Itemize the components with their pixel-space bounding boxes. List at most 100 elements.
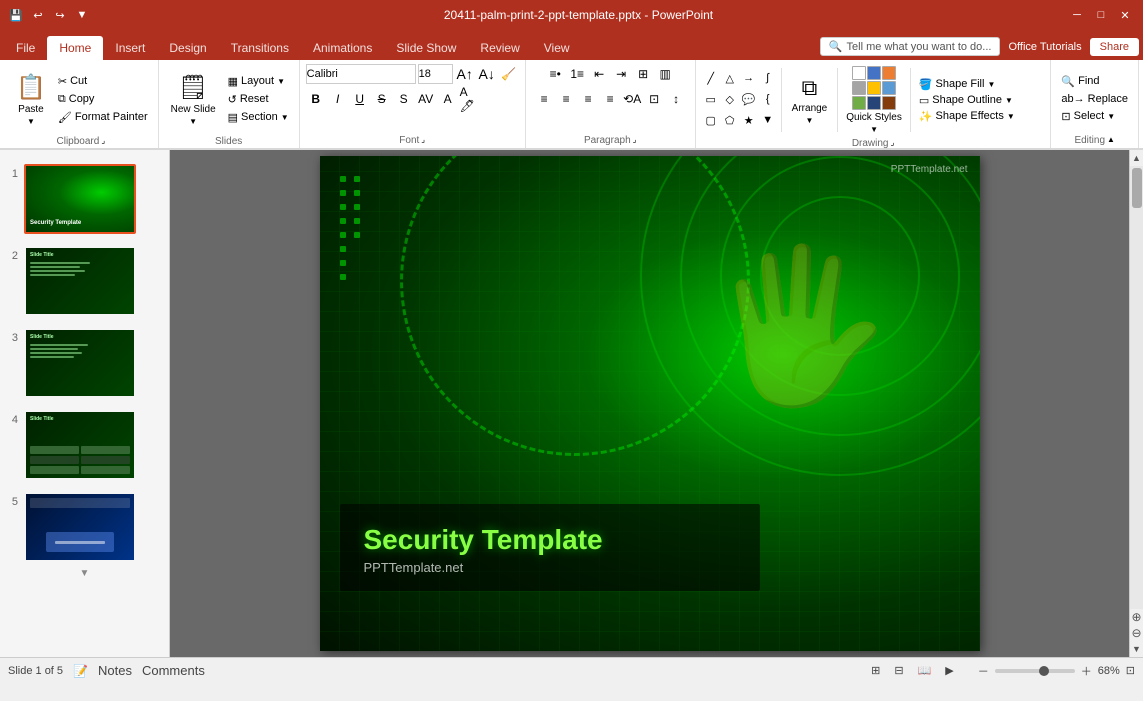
slide-panel-scroll-down[interactable]: ▼ <box>0 566 169 581</box>
slide-thumb-3[interactable]: 3 Slide Title <box>0 320 169 402</box>
scroll-down-button[interactable]: ▼ <box>1130 641 1143 657</box>
font-color-button[interactable]: A <box>438 89 458 109</box>
scroll-up-button[interactable]: ▲ <box>1130 150 1143 166</box>
shape-outline-button[interactable]: ▭ Shape Outline ▼ <box>915 93 1019 108</box>
notes-button[interactable]: Notes <box>98 663 132 678</box>
select-button[interactable]: ⊡ Select ▼ <box>1057 108 1132 125</box>
slide-sorter-button[interactable]: ⊟ <box>890 663 907 678</box>
copy-button[interactable]: ⧉ Copy <box>54 91 152 108</box>
font-name-input[interactable] <box>306 64 416 84</box>
shape-brace[interactable]: { <box>759 90 777 108</box>
right-scrollbar[interactable]: ▲ ⊕ ⊖ ▼ <box>1129 150 1143 657</box>
new-slide-dropdown[interactable]: ▼ <box>189 117 197 126</box>
ribbon-collapse[interactable]: ▲ <box>1107 135 1115 144</box>
tab-animations[interactable]: Animations <box>301 36 384 60</box>
normal-view-button[interactable]: ⊞ <box>867 663 884 678</box>
tab-slideshow[interactable]: Slide Show <box>384 36 468 60</box>
replace-button[interactable]: ab→ Replace <box>1057 91 1132 107</box>
zoom-slider[interactable] <box>995 669 1075 673</box>
slide-thumb-4[interactable]: 4 Slide Title <box>0 402 169 484</box>
columns-button[interactable]: ▥ <box>655 64 675 84</box>
shape-callout[interactable]: 💬 <box>740 90 758 108</box>
clipboard-expand[interactable]: ⌟ <box>101 136 105 145</box>
shape-star[interactable]: ★ <box>740 111 758 129</box>
shape-outline-dropdown[interactable]: ▼ <box>1005 96 1013 105</box>
convert-to-smartart[interactable]: ⊡ <box>644 89 664 109</box>
align-right[interactable]: ≡ <box>578 89 598 109</box>
font-size-increase[interactable]: A↑ <box>455 64 475 84</box>
shape-effects-dropdown[interactable]: ▼ <box>1007 112 1015 121</box>
arrange-dropdown[interactable]: ▼ <box>806 116 814 125</box>
tab-review[interactable]: Review <box>468 36 531 60</box>
numbering-button[interactable]: 1≡ <box>567 64 587 84</box>
tab-home[interactable]: Home <box>47 36 103 60</box>
title-box[interactable]: Security Template PPTTemplate.net <box>340 504 760 591</box>
customize-icon[interactable]: ▼ <box>74 7 90 23</box>
find-button[interactable]: 🔍 Find <box>1057 73 1132 90</box>
zoom-out-btn[interactable]: － <box>978 663 989 679</box>
paste-button[interactable]: 📋 Paste ▼ <box>10 64 52 134</box>
save-icon[interactable]: 💾 <box>8 7 24 23</box>
font-size-decrease[interactable]: A↓ <box>477 64 497 84</box>
drawing-expand[interactable]: ⌟ <box>891 138 895 147</box>
arrange-button[interactable]: ⧉ Arrange ▼ <box>786 70 834 130</box>
shape-rect[interactable]: ▭ <box>702 90 720 108</box>
shape-round-rect[interactable]: ▢ <box>702 111 720 129</box>
reset-button[interactable]: ↺ Reset <box>224 91 293 108</box>
tab-insert[interactable]: Insert <box>103 36 157 60</box>
scroll-thumb[interactable] <box>1132 168 1142 208</box>
undo-icon[interactable]: ↩ <box>30 7 46 23</box>
tab-design[interactable]: Design <box>157 36 218 60</box>
quick-styles-button[interactable]: Quick Styles ▼ <box>842 64 906 136</box>
tab-view[interactable]: View <box>532 36 582 60</box>
shape-diamond[interactable]: ◇ <box>721 90 739 108</box>
paragraph-expand[interactable]: ⌟ <box>633 135 637 144</box>
spacing-button[interactable]: AV <box>416 89 436 109</box>
redo-icon[interactable]: ↪ <box>52 7 68 23</box>
section-button[interactable]: ▤ Section ▼ <box>224 109 293 126</box>
shape-triangle[interactable]: △ <box>721 69 739 87</box>
shape-line[interactable]: ╱ <box>702 69 720 87</box>
font-expand[interactable]: ⌟ <box>421 135 425 144</box>
close-button[interactable]: ✕ <box>1115 5 1135 25</box>
text-direction[interactable]: ⟲A <box>622 89 642 109</box>
slideshow-button[interactable]: ▶ <box>941 663 957 678</box>
cut-button[interactable]: ✂ Cut <box>54 73 152 90</box>
shape-effects-button[interactable]: ✨ Shape Effects ▼ <box>915 109 1019 124</box>
bullets-button[interactable]: ≡• <box>545 64 565 84</box>
new-slide-button[interactable]: 🗒 New Slide ▼ <box>165 64 222 134</box>
select-dropdown[interactable]: ▼ <box>1107 112 1115 121</box>
paste-dropdown[interactable]: ▼ <box>27 117 35 126</box>
shape-arrow[interactable]: → <box>740 69 758 87</box>
align-left[interactable]: ≡ <box>534 89 554 109</box>
zoom-thumb[interactable] <box>1039 666 1049 676</box>
quick-styles-dropdown[interactable]: ▼ <box>870 125 878 134</box>
slide-canvas[interactable]: 🖐 PPTTemplate.net Security Template PPTT… <box>320 156 980 651</box>
search-box[interactable]: 🔍 Tell me what you want to do... <box>820 37 1001 56</box>
shadow-button[interactable]: S <box>394 89 414 109</box>
zoom-in-btn[interactable]: ＋ <box>1081 663 1092 679</box>
italic-button[interactable]: I <box>328 89 348 109</box>
bold-button[interactable]: B <box>306 89 326 109</box>
font-size-input[interactable] <box>418 64 453 84</box>
zoom-in-icon[interactable]: ⊕ <box>1130 609 1143 625</box>
fit-slide-button[interactable]: ⊡ <box>1126 664 1135 677</box>
maximize-button[interactable]: □ <box>1091 5 1111 25</box>
decrease-indent[interactable]: ⇤ <box>589 64 609 84</box>
increase-indent[interactable]: ⇥ <box>611 64 631 84</box>
section-dropdown[interactable]: ▼ <box>281 113 289 122</box>
share-button[interactable]: Share <box>1090 38 1139 56</box>
shape-fill-button[interactable]: 🪣 Shape Fill ▼ <box>915 77 1019 92</box>
font-highlight-button[interactable]: A🖊 <box>460 89 480 109</box>
clear-format-button[interactable]: 🧹 <box>499 64 519 84</box>
slide-thumb-2[interactable]: 2 Slide Title <box>0 238 169 320</box>
scroll-track[interactable] <box>1130 166 1143 609</box>
underline-button[interactable]: U <box>350 89 370 109</box>
zoom-out-icon[interactable]: ⊖ <box>1130 625 1143 641</box>
canvas-area[interactable]: 🖐 PPTTemplate.net Security Template PPTT… <box>170 150 1129 657</box>
reading-view-button[interactable]: 📖 <box>914 663 936 678</box>
justify[interactable]: ≡ <box>600 89 620 109</box>
shape-curve[interactable]: ∫ <box>759 69 777 87</box>
shapes-more[interactable]: ▼ <box>759 111 777 129</box>
line-spacing[interactable]: ↕ <box>666 89 686 109</box>
